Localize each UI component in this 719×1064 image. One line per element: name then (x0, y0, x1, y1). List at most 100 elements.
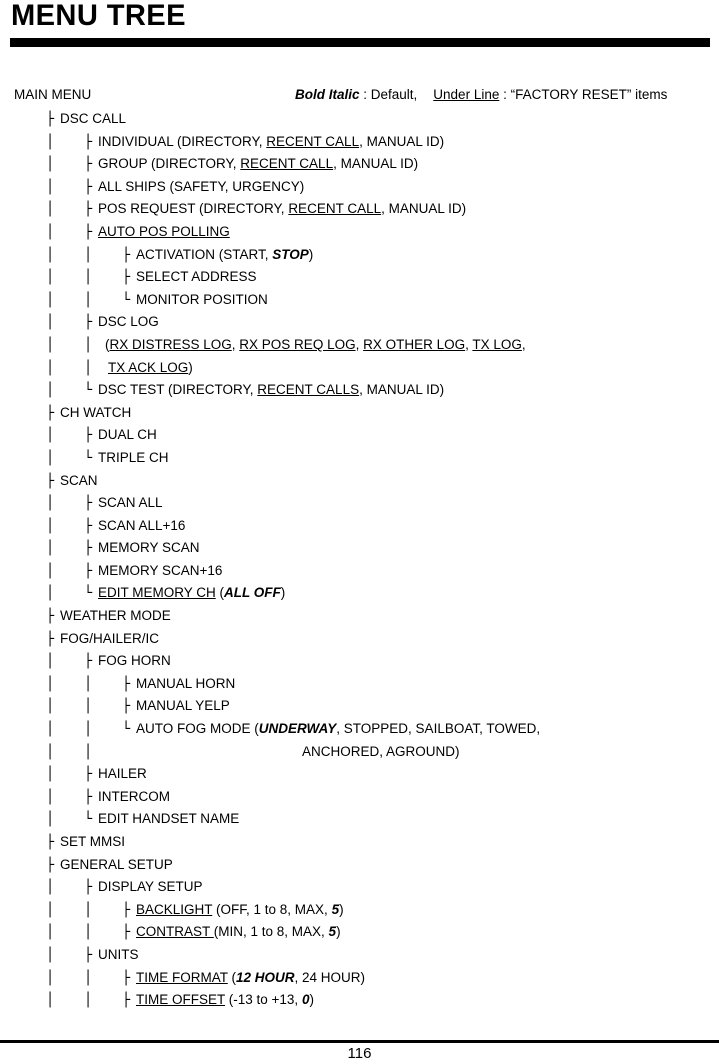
tree-item-label[interactable]: TIME OFFSET (-13 to +13, 0) (136, 989, 314, 1012)
tree-guide-line: │ (46, 698, 55, 715)
item-text: , MANUAL ID) (333, 156, 419, 172)
tree-connector-tee: ├ (84, 540, 93, 557)
tree-row: ├ SET MMSI (0, 831, 719, 854)
factory-reset-item: RECENT CALL (240, 156, 334, 172)
tree-item-label[interactable]: MANUAL HORN (136, 673, 235, 696)
item-text: INDIVIDUAL (DIRECTORY, (98, 133, 267, 149)
tree-row: │ ├ INTERCOM (0, 786, 719, 809)
tree-item-label[interactable]: ACTIVATION (START, STOP) (136, 244, 313, 267)
tree-connector-tee: ├ (122, 269, 131, 286)
tree-item-label[interactable]: WEATHER MODE (60, 605, 171, 628)
tree-item-label[interactable]: DISPLAY SETUP (98, 876, 203, 899)
item-text: ) (336, 924, 341, 940)
tree-item-label[interactable]: SCAN ALL (98, 492, 163, 515)
item-text: MONITOR POSITION (136, 291, 268, 307)
tree-item-label[interactable]: DSC LOG (98, 311, 159, 334)
tree-item-label[interactable]: SELECT ADDRESS (136, 266, 257, 289)
item-text: (MIN, 1 to 8, MAX, (213, 924, 329, 940)
item-text: ) (339, 901, 344, 917)
tree-connector-tee: ├ (84, 314, 93, 331)
item-text: ) (309, 992, 314, 1008)
tree-item-label[interactable]: SCAN (60, 470, 98, 493)
item-text: DSC CALL (60, 111, 127, 126)
tree-connector-tee: ├ (84, 946, 93, 963)
tree-guide-line: │ (84, 721, 93, 738)
tree-item-label[interactable]: INDIVIDUAL (DIRECTORY, RECENT CALL, MANU… (98, 131, 444, 154)
tree-item-label[interactable]: SCAN ALL+16 (98, 515, 185, 538)
tree-item-label[interactable]: CONTRAST (MIN, 1 to 8, MAX, 5) (136, 921, 341, 944)
page-title: MENU TREE (11, 0, 186, 32)
tree-item-label[interactable]: SET MMSI (60, 831, 125, 854)
tree-item-label[interactable]: INTERCOM (98, 786, 170, 809)
tree-row: ├ GENERAL SETUP (0, 854, 719, 877)
tree-connector-tee: ├ (46, 404, 55, 421)
tree-item-label[interactable]: POS REQUEST (DIRECTORY, RECENT CALL, MAN… (98, 198, 466, 221)
tree-item-label[interactable]: DSC CALL (60, 108, 126, 131)
tree-guide-line: │ (84, 246, 93, 263)
tree-row: │ │ ├ MANUAL YELP (0, 695, 719, 718)
tree-guide-line: │ (46, 449, 55, 466)
item-text: SELECT ADDRESS (136, 269, 257, 285)
tree-row: │ ├ MEMORY SCAN (0, 537, 719, 560)
tree-connector-tee: ├ (84, 653, 93, 670)
tree-item-label[interactable]: DUAL CH (98, 424, 157, 447)
tree-row: ├ CH WATCH (0, 402, 719, 425)
tree-connector-elbow: └ (122, 721, 131, 738)
item-text: , (355, 336, 364, 352)
item-text: TRIPLE CH (98, 449, 169, 465)
tree-item-label[interactable]: CH WATCH (60, 402, 131, 425)
tree-item-label[interactable]: ALL SHIPS (SAFETY, URGENCY) (98, 176, 304, 199)
tree-connector-tee: ├ (122, 969, 131, 986)
tree-item-label[interactable]: MEMORY SCAN+16 (98, 560, 222, 583)
tree-guide-line: │ (84, 992, 93, 1009)
tree-item-label[interactable]: MANUAL YELP (136, 695, 230, 718)
tree-item-label[interactable]: (RX DISTRESS LOG, RX POS REQ LOG, RX OTH… (105, 334, 526, 357)
tree-item-label[interactable]: ANCHORED, AGROUND) (302, 741, 460, 764)
tree-guide-line: │ (46, 811, 55, 828)
tree-item-label[interactable]: EDIT MEMORY CH (ALL OFF) (98, 582, 285, 605)
tree-item-label[interactable]: TIME FORMAT (12 HOUR, 24 HOUR) (136, 967, 365, 990)
tree-connector-tee: ├ (84, 879, 93, 896)
tree-row: │ │ └ MONITOR POSITION (0, 289, 719, 312)
tree-item-label[interactable]: HAILER (98, 763, 147, 786)
tree-guide-line: │ (46, 201, 55, 218)
tree-guide-line: │ (46, 427, 55, 444)
tree-row: ├ DSC CALL (0, 108, 719, 131)
tree-guide-line: │ (84, 969, 93, 986)
tree-item-label[interactable]: FOG HORN (98, 650, 171, 673)
tree-connector-tee: ├ (84, 517, 93, 534)
tree-row: │ └ EDIT HANDSET NAME (0, 808, 719, 831)
tree-guide-line: │ (46, 495, 55, 512)
tree-row: ├ FOG/HAILER/IC (0, 628, 719, 651)
item-text: CH WATCH (60, 404, 132, 420)
factory-reset-item: RECENT CALL (266, 133, 360, 149)
tree-row: │ │ ├ CONTRAST (MIN, 1 to 8, MAX, 5) (0, 921, 719, 944)
tree-connector-tee: ├ (46, 630, 55, 647)
tree-item-label[interactable]: BACKLIGHT (OFF, 1 to 8, MAX, 5) (136, 899, 344, 922)
tree-item-label[interactable]: DSC TEST (DIRECTORY, RECENT CALLS, MANUA… (98, 379, 444, 402)
tree-item-label[interactable]: MONITOR POSITION (136, 289, 268, 312)
tree-item-label[interactable]: UNITS (98, 944, 139, 967)
tree-item-label[interactable]: GENERAL SETUP (60, 854, 173, 877)
item-text: FOG/HAILER/IC (60, 630, 160, 646)
tree-row: │ ├ SCAN ALL (0, 492, 719, 515)
tree-item-label[interactable]: AUTO FOG MODE (UNDERWAY, STOPPED, SAILBO… (136, 718, 540, 741)
tree-item-label[interactable]: FOG/HAILER/IC (60, 628, 159, 651)
tree-item-label[interactable]: MEMORY SCAN (98, 537, 200, 560)
tree-guide-line: │ (84, 269, 93, 286)
tree-item-label[interactable]: TRIPLE CH (98, 447, 169, 470)
item-text: ( (215, 585, 225, 601)
tree-row: │ │ (RX DISTRESS LOG, RX POS REQ LOG, RX O… (0, 334, 719, 357)
tree-guide-line: │ (46, 359, 55, 376)
tree-item-label[interactable]: EDIT HANDSET NAME (98, 808, 239, 831)
tree-guide-line: │ (46, 788, 55, 805)
tree-item-label[interactable]: GROUP (DIRECTORY, RECENT CALL, MANUAL ID… (98, 153, 418, 176)
tree-connector-tee: ├ (84, 788, 93, 805)
tree-item-label[interactable]: AUTO POS POLLING (98, 221, 230, 244)
item-text: , MANUAL ID) (359, 133, 445, 149)
item-text: INTERCOM (98, 788, 170, 804)
factory-reset-item: TX LOG (472, 336, 522, 352)
tree-guide-line: │ (46, 540, 55, 557)
tree-connector-tee: ├ (84, 223, 93, 240)
tree-item-label[interactable]: TX ACK LOG) (108, 357, 193, 380)
